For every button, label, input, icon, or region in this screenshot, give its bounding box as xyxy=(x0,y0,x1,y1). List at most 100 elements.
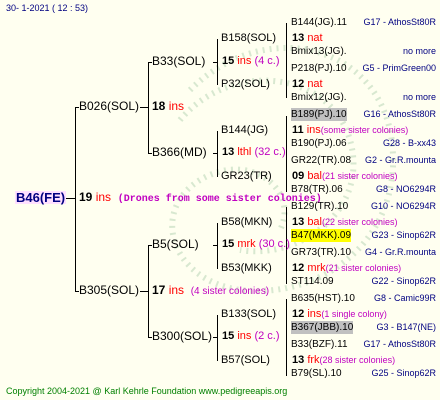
g5-queen[interactable]: B129(TR).10 xyxy=(291,200,348,213)
g4-suffix: nat xyxy=(307,78,323,90)
g5-queen[interactable]: B144(JG).11 xyxy=(291,16,347,29)
g3-queen[interactable]: B366(MD) xyxy=(152,146,207,159)
father-num: 17 xyxy=(152,283,166,297)
g4-info: 11 ins(some sister colonies) xyxy=(292,124,408,137)
g5-breeder: G10 - NO6294R xyxy=(370,201,436,211)
g4-note: (1 single colony) xyxy=(321,309,387,319)
g4-suffix: ins xyxy=(306,124,321,136)
g5-breeder: G3 - B147(NE) xyxy=(376,322,436,332)
g4-note: (some sister colonies) xyxy=(320,125,409,135)
g3-queen[interactable]: B5(SOL) xyxy=(152,238,199,251)
link-g4-ch xyxy=(213,245,218,246)
g5-breeder: G25 - Sinop62R xyxy=(371,368,436,378)
g3-num: 15 xyxy=(222,330,235,342)
g4-suffix: bal xyxy=(307,216,322,228)
g4-info: 13 nat xyxy=(292,32,323,45)
mother-num: 18 xyxy=(152,99,166,113)
g5-breeder: G8 - Camic99R xyxy=(373,293,436,303)
g5-queen[interactable]: B189(PJ).10 xyxy=(291,108,347,121)
g5-queen[interactable]: GR22(TR).08 xyxy=(291,154,351,167)
g3-queen[interactable]: B33(SOL) xyxy=(152,55,205,68)
g5-queen[interactable]: B190(PJ).06 xyxy=(291,137,347,150)
g4-num: 12 xyxy=(292,308,305,320)
father-queen[interactable]: B305(SOL) xyxy=(79,284,139,297)
g4-num: 11 xyxy=(292,124,304,136)
root-queen[interactable]: B46(FE) xyxy=(15,191,67,204)
link-root-h xyxy=(66,198,76,199)
g5-breeder: G2 - Gr.R.mounta xyxy=(364,155,436,165)
g4-note: (28 sister colonies) xyxy=(319,355,396,365)
g3-note: (4 c.) xyxy=(254,55,280,67)
g4-num: 13 xyxy=(292,354,305,366)
g3-suffix: ins xyxy=(237,330,252,342)
g3-suffix: mrk xyxy=(237,238,256,250)
link-g4-c xyxy=(217,223,218,269)
g4-queen[interactable]: GR23(TR) xyxy=(221,170,272,183)
g3-suffix: ins xyxy=(237,55,252,67)
g5-breeder: G5 - PrimGreen00 xyxy=(362,63,436,73)
g4-suffix: nat xyxy=(307,32,323,44)
g4-note: (21 sister colonies) xyxy=(322,171,398,181)
g3-num: 15 xyxy=(222,238,235,250)
pedigree-page: { "header": "30- 1-2021 ( 12 : 53)", "fo… xyxy=(0,0,440,400)
g5-breeder: G17 - AthosSt80R xyxy=(363,339,436,349)
mother-queen[interactable]: B026(SOL) xyxy=(79,100,139,113)
g5-queen[interactable]: P218(PJ).10 xyxy=(291,62,347,75)
mother-info: 18 ins xyxy=(152,100,184,113)
g4-info: 12 mrk(21 sister colonies) xyxy=(292,262,401,275)
g4-queen[interactable]: B158(SOL) xyxy=(221,32,276,45)
father-note: (4 sister colonies) xyxy=(190,286,270,297)
g4-queen[interactable]: B133(SOL) xyxy=(221,308,276,321)
g5-breeder: no more xyxy=(402,46,436,56)
link-g4-d xyxy=(217,315,218,361)
g4-num: 12 xyxy=(292,78,305,90)
g4-queen[interactable]: B58(MKN) xyxy=(221,216,272,229)
g3-note: (32 c.) xyxy=(254,146,286,158)
g3-note: (2 c.) xyxy=(254,330,280,342)
g5-queen[interactable]: ST114.09 xyxy=(291,275,334,288)
link-g5-d xyxy=(286,299,287,376)
g3-num: 13 xyxy=(222,146,235,158)
g3-info: 13 lthl (32 c.) xyxy=(222,146,286,159)
g5-queen[interactable]: B635(HST).10 xyxy=(291,292,355,305)
g5-queen[interactable]: B79(SL).10 xyxy=(291,367,342,380)
g3-note: (30 c.) xyxy=(258,238,290,250)
link-g4-b xyxy=(217,131,218,177)
g5-breeder: no more xyxy=(402,92,436,102)
g5-queen[interactable]: B33(BZF).11 xyxy=(291,338,348,351)
g4-queen[interactable]: B144(JG) xyxy=(221,124,268,137)
g5-queen[interactable]: B78(TR).06 xyxy=(291,183,343,196)
g4-suffix: bal xyxy=(307,170,322,182)
g5-breeder: G4 - Gr.R.mounta xyxy=(364,247,436,257)
copyright-footer: Copyright 2004-2021 @ Karl Kehrle Founda… xyxy=(6,386,288,396)
g4-info: 09 bal(21 sister colonies) xyxy=(292,170,398,183)
g5-breeder: G17 - AthosSt80R xyxy=(363,17,436,27)
g5-queen[interactable]: B47(MKK).09 xyxy=(291,229,352,242)
g3-num: 15 xyxy=(222,55,235,67)
root-info: 19 ins (Drones from some sister colonies… xyxy=(79,191,322,206)
link-g4-bh xyxy=(213,153,218,154)
g5-queen[interactable]: GR73(TR).10 xyxy=(291,246,351,259)
link-g4-ah xyxy=(213,62,218,63)
g4-note: (22 sister colonies) xyxy=(322,217,398,227)
link-g5-a xyxy=(286,23,287,98)
mother-suffix: ins xyxy=(168,99,185,113)
g4-queen[interactable]: B57(SOL) xyxy=(221,354,270,367)
g4-info: 13 bal(22 sister colonies) xyxy=(292,216,398,229)
g5-queen[interactable]: B367(JBB).10 xyxy=(291,321,354,334)
g5-queen[interactable]: Bmix13(JG). xyxy=(291,45,347,58)
link-g5-b xyxy=(286,116,287,192)
g5-breeder: G28 - B-xx43 xyxy=(382,138,436,148)
g4-info: 12 nat xyxy=(292,78,323,91)
g4-queen[interactable]: P32(SOL) xyxy=(221,78,270,91)
g4-num: 09 xyxy=(292,170,305,182)
g3-info: 15 ins (2 c.) xyxy=(222,330,280,343)
link-mother-h xyxy=(140,107,149,108)
g3-queen[interactable]: B300(SOL) xyxy=(152,330,212,343)
g4-suffix: mrk xyxy=(307,262,326,274)
g4-queen[interactable]: B53(MKK) xyxy=(221,262,272,275)
g5-breeder: G22 - Sinop62R xyxy=(371,276,436,286)
g3-info: 15 mrk (30 c.) xyxy=(222,238,290,251)
link-g4-dh xyxy=(213,337,218,338)
g5-queen[interactable]: Bmix12(JG). xyxy=(291,91,347,104)
